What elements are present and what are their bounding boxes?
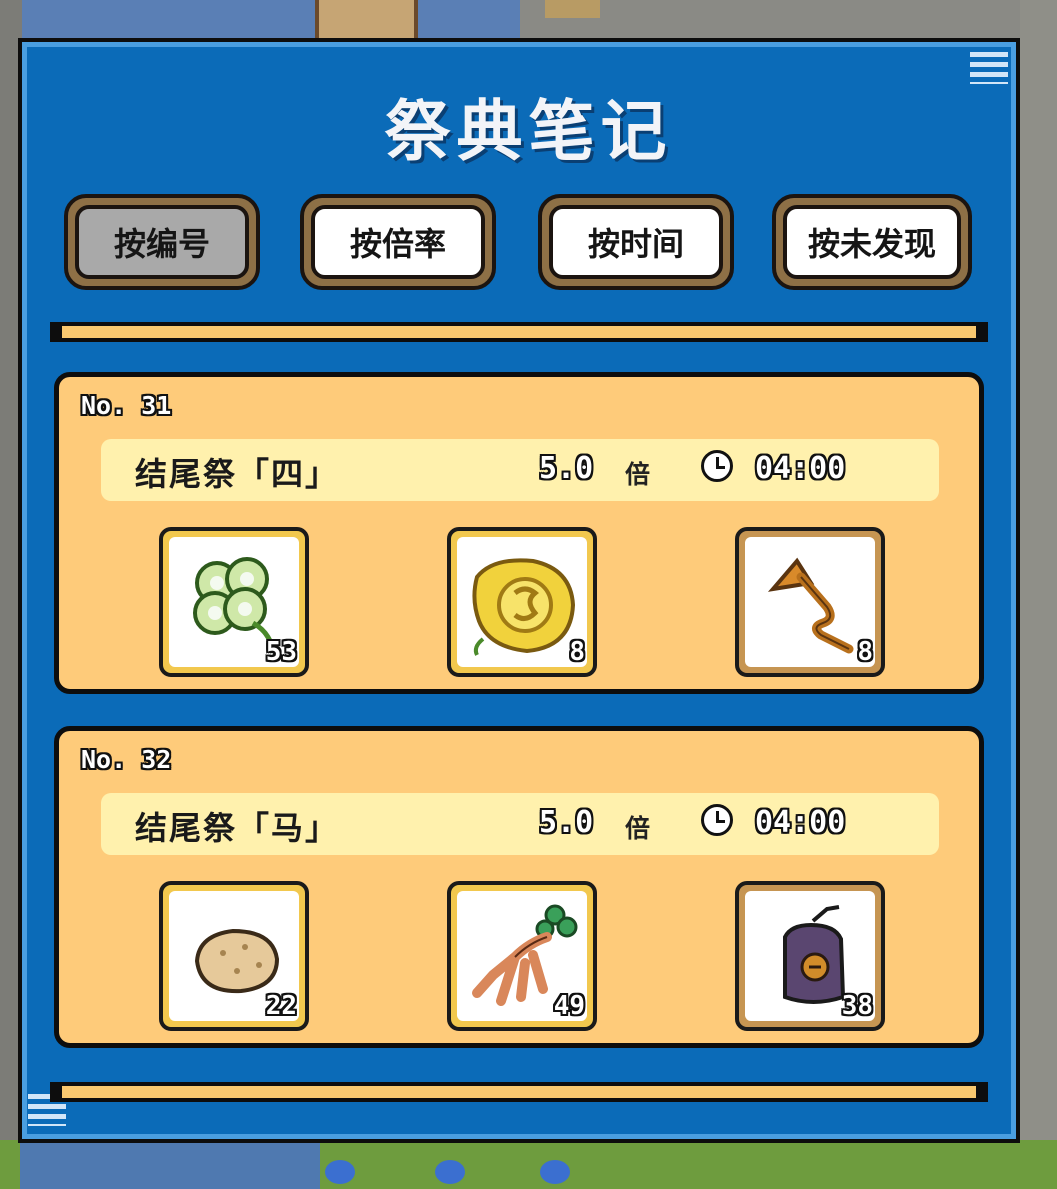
festival-info-bar: 结尾祭「马」 5.0 倍 04:00 xyxy=(101,793,939,855)
flower-decoration xyxy=(325,1160,355,1184)
item-count: 22 xyxy=(265,991,297,1021)
festival-time: 04:00 xyxy=(755,805,846,840)
panel-title: 祭典笔记 xyxy=(384,93,673,170)
item-slot[interactable]: 8 xyxy=(447,527,597,677)
background-sign xyxy=(545,0,600,18)
tab-label: 按未发现 xyxy=(783,205,961,279)
item-count: 38 xyxy=(841,991,873,1021)
festival-number: No. 32 xyxy=(81,745,172,774)
item-slot[interactable]: 49 xyxy=(447,881,597,1031)
item-slot[interactable]: 8 xyxy=(735,527,885,677)
gold-coin-leaf-icon xyxy=(472,558,576,656)
clock-icon xyxy=(701,804,733,836)
sort-by-number-tab[interactable]: 按编号 xyxy=(64,194,260,290)
festival-rate: 5.0 xyxy=(539,451,594,486)
festival-card[interactable]: No. 31 结尾祭「四」 5.0 倍 04:00 53 8 8 xyxy=(54,372,984,694)
tab-label: 按倍率 xyxy=(311,205,485,279)
festival-rate: 5.0 xyxy=(539,805,594,840)
flower-decoration xyxy=(540,1160,570,1184)
tab-label: 按时间 xyxy=(549,205,723,279)
clock-icon xyxy=(701,450,733,482)
item-slot[interactable]: 38 xyxy=(735,881,885,1031)
section-divider xyxy=(50,322,988,342)
festival-name: 结尾祭「四」 xyxy=(135,455,340,493)
festival-name: 结尾祭「马」 xyxy=(135,809,340,847)
bronze-trumpet-icon xyxy=(767,557,854,654)
rate-unit: 倍 xyxy=(625,460,651,489)
sort-by-undiscovered-tab[interactable]: 按未发现 xyxy=(772,194,972,290)
item-slot[interactable]: 22 xyxy=(159,881,309,1031)
background-pond xyxy=(20,1140,320,1189)
item-count: 8 xyxy=(857,637,873,667)
festival-info-bar: 结尾祭「四」 5.0 倍 04:00 xyxy=(101,439,939,501)
rate-unit: 倍 xyxy=(625,814,651,843)
item-slot[interactable]: 53 xyxy=(159,527,309,677)
item-count: 8 xyxy=(569,637,585,667)
festival-card[interactable]: No. 32 结尾祭「马」 5.0 倍 04:00 22 49 38 xyxy=(54,726,984,1048)
sort-by-rate-tab[interactable]: 按倍率 xyxy=(300,194,496,290)
item-count: 53 xyxy=(265,637,297,667)
item-count: 49 xyxy=(553,991,585,1021)
section-divider xyxy=(50,1082,988,1102)
flower-decoration xyxy=(435,1160,465,1184)
tab-label: 按编号 xyxy=(75,205,249,279)
background-dock xyxy=(315,0,418,40)
festival-time: 04:00 xyxy=(755,451,846,486)
background-right-edge xyxy=(1020,0,1057,1189)
festival-number: No. 31 xyxy=(81,391,172,420)
sort-by-time-tab[interactable]: 按时间 xyxy=(538,194,734,290)
